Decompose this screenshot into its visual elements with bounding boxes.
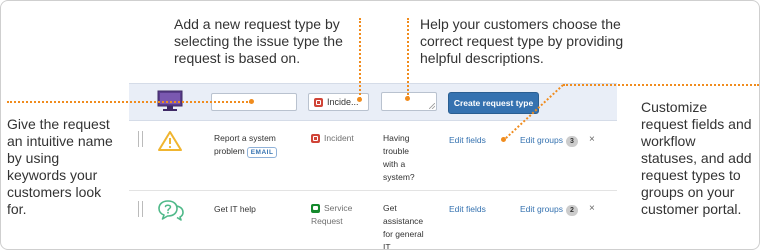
description-cell: Having trouble with a system? [383, 133, 415, 182]
callout-add-request-type: Add a new request type by selecting the … [174, 16, 343, 66]
group-count-badge: 2 [566, 205, 578, 216]
request-type-name: Get IT help [214, 204, 256, 214]
drag-handle[interactable] [138, 201, 143, 217]
email-badge: EMAIL [246, 147, 278, 158]
callout-line-customize-top [563, 84, 759, 86]
callout-line-issue-type [359, 18, 361, 99]
issue-type-value: Incide... [327, 97, 359, 107]
callout-line-description [407, 18, 409, 98]
screenshot-frame: Add a new request type by selecting the … [0, 0, 760, 250]
remove-button[interactable]: × [589, 203, 595, 214]
callout-line-customize-diagonal [504, 84, 564, 140]
callout-line-request-name [7, 101, 251, 103]
drag-handle[interactable] [138, 131, 143, 147]
issue-type-cell: Incident [311, 132, 354, 145]
request-type-name: Report a system problem EMAIL [214, 133, 278, 158]
description-textarea[interactable] [381, 92, 437, 111]
edit-fields-link[interactable]: Edit fields [449, 203, 486, 216]
resize-handle-icon [429, 103, 435, 109]
group-count-badge: 3 [566, 136, 578, 147]
callout-dot-customize [501, 137, 506, 142]
remove-button[interactable]: × [589, 134, 595, 145]
callout-dot-request-name [249, 99, 254, 104]
help-chat-icon [158, 200, 184, 221]
edit-fields-link[interactable]: Edit fields [449, 134, 486, 147]
incident-icon [311, 134, 320, 144]
callout-descriptions: Help your customers choose the correct r… [420, 16, 624, 66]
callout-dot-description [405, 96, 410, 101]
callout-customize: Customize request fields and workflow st… [641, 99, 752, 217]
callout-request-name: Give the request an intuitive name by us… [7, 116, 113, 217]
incident-icon [314, 97, 323, 107]
service-request-icon [311, 204, 320, 214]
row-divider [129, 190, 617, 191]
issue-type-cell: Service Request [311, 203, 353, 226]
warning-icon [158, 131, 182, 151]
callout-dot-issue-type [357, 97, 362, 102]
description-cell: Get assistance for general IT [383, 203, 424, 250]
edit-groups-link[interactable]: Edit groups 2 [520, 203, 578, 216]
